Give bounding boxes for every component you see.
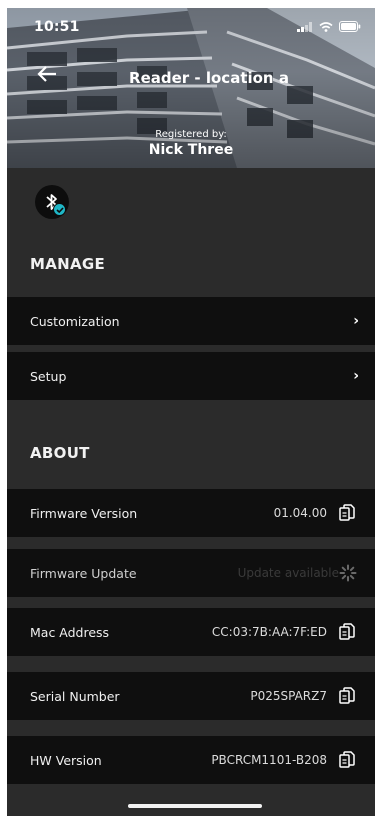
firmware-update-label: Firmware Update — [30, 565, 137, 581]
chevron-right-icon: › — [353, 368, 359, 384]
registered-name: Nick Three — [148, 142, 234, 158]
nav-bar: Reader - location a — [7, 60, 375, 94]
hw-version-label: HW Version — [30, 752, 102, 768]
battery-icon — [339, 21, 361, 32]
status-icons — [297, 21, 361, 32]
serial-number-row: Serial Number P025SPARZ7 — [7, 672, 375, 720]
status-time: 10:51 — [34, 19, 80, 35]
registered-label: Registered by: — [155, 129, 227, 140]
bluetooth-status-badge — [35, 185, 69, 219]
serial-number-label: Serial Number — [30, 688, 120, 704]
firmware-version-label: Firmware Version — [30, 505, 138, 521]
page-title: Reader - location a — [129, 69, 289, 87]
connected-check-icon — [53, 203, 66, 216]
spinner-icon — [339, 564, 357, 582]
status-bar: 10:51 — [7, 8, 375, 44]
app-screen: 10:51 Reader - location a Registered by:… — [7, 8, 375, 816]
firmware-update-status: Update available — [237, 566, 339, 580]
firmware-version-row: Firmware Version 01.04.00 — [7, 489, 375, 537]
copy-icon[interactable] — [339, 504, 355, 522]
copy-icon[interactable] — [339, 751, 355, 769]
wifi-icon — [319, 21, 333, 32]
home-indicator[interactable] — [128, 804, 262, 808]
setup-row[interactable]: Setup › — [7, 352, 375, 400]
firmware-update-row: Firmware Update Update available — [7, 549, 375, 597]
hw-version-row: HW Version PBCRCM1101-B208 — [7, 736, 375, 784]
about-heading: ABOUT — [30, 444, 90, 462]
mac-address-row: Mac Address CC:03:7B:AA:7F:ED — [7, 608, 375, 656]
customization-label: Customization — [30, 313, 120, 329]
registered-by: Registered by: Nick Three — [7, 129, 375, 159]
mac-address-value: CC:03:7B:AA:7F:ED — [211, 625, 327, 639]
copy-icon[interactable] — [339, 623, 355, 641]
copy-icon[interactable] — [339, 687, 355, 705]
firmware-version-value: 01.04.00 — [273, 506, 327, 520]
serial-number-value: P025SPARZ7 — [250, 689, 327, 703]
setup-label: Setup — [30, 368, 67, 384]
header-hero: 10:51 Reader - location a Registered by:… — [7, 8, 375, 168]
manage-heading: MANAGE — [30, 255, 106, 273]
cellular-signal-icon — [297, 21, 312, 32]
hw-version-value: PBCRCM1101-B208 — [211, 753, 327, 767]
mac-address-label: Mac Address — [30, 624, 110, 640]
chevron-right-icon: › — [353, 313, 359, 329]
customization-row[interactable]: Customization › — [7, 297, 375, 345]
